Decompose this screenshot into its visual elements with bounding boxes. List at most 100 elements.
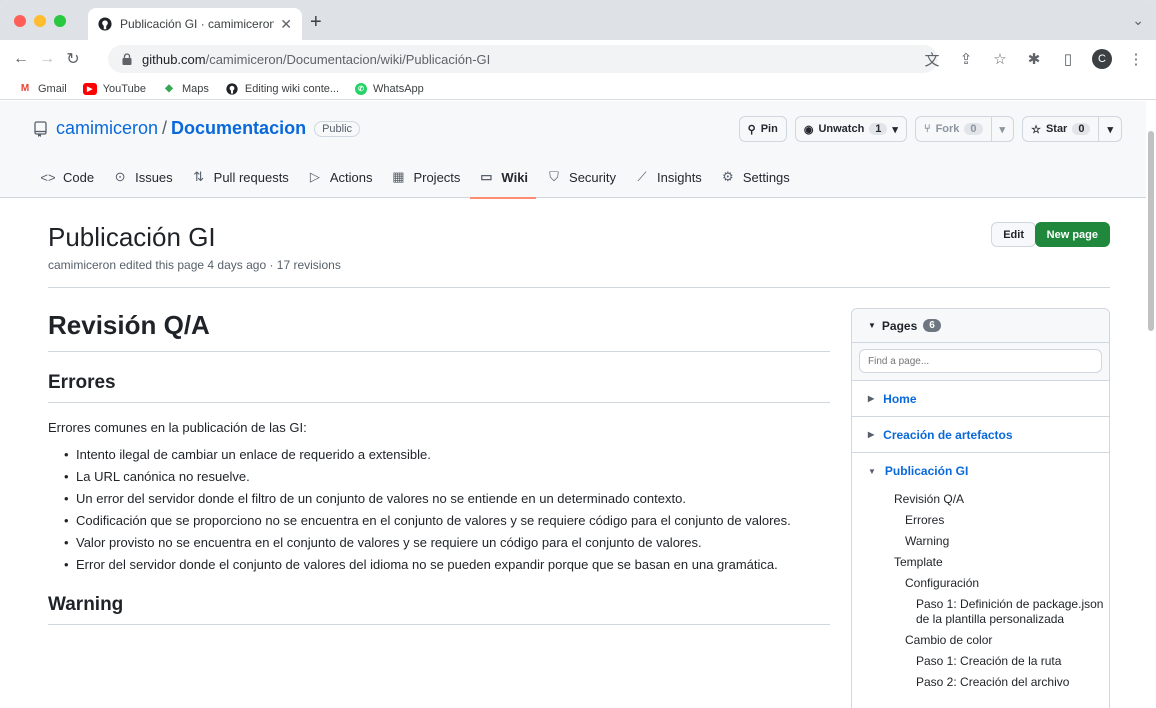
wiki-article: Revisión Q/A Errores Errores comunes en … [48, 310, 830, 625]
list-item: Un error del servidor donde el filtro de… [64, 489, 830, 508]
toc-link[interactable]: Revisión Q/A [852, 489, 1109, 510]
maps-icon: ◆ [165, 83, 173, 94]
sidebar-item-home[interactable]: ▶ Home [852, 381, 1109, 417]
chevron-down-icon: ▼ [868, 466, 876, 476]
find-page-input[interactable] [859, 349, 1102, 373]
sidebar-item-publicacion-gi[interactable]: ▼ Publicación GI [852, 453, 1109, 489]
bookmark-star-icon[interactable]: ☆ [990, 49, 1010, 69]
extensions-icon[interactable]: ✱ [1024, 49, 1044, 69]
repo-owner-link[interactable]: camimiceron [56, 118, 158, 139]
errors-list: Intento ilegal de cambiar un enlace de r… [48, 445, 830, 574]
table-icon: ▦ [392, 169, 405, 184]
toc-link[interactable]: Warning [852, 531, 1109, 552]
share-icon[interactable]: ⇪ [956, 49, 976, 69]
sidebar-item-creacion-de-artefactos[interactable]: ▶ Creación de artefactos [852, 417, 1109, 453]
star-dropdown-button[interactable]: ▾ [1098, 117, 1121, 141]
minimize-window-button[interactable] [34, 15, 46, 27]
star-button[interactable]: ☆ Star 0 ▾ [1022, 116, 1122, 142]
star-counter: 0 [1072, 123, 1091, 135]
toc-link[interactable]: Template [852, 552, 1109, 573]
forward-icon[interactable]: → [34, 50, 60, 68]
book-icon: ▭ [480, 169, 493, 184]
list-item: Codificación que se proporciono no se en… [64, 511, 830, 530]
tab-title: Publicación GI · camimiceron/D [120, 17, 275, 31]
browser-menu-icon[interactable]: ⋮ [1126, 49, 1146, 69]
repo-nav: <> Code ⊙ Issues ⇅ Pull requests ▷ Actions ▦… [32, 161, 798, 199]
heading-revision-qa: Revisión Q/A [48, 310, 830, 352]
scrollbar-thumb[interactable] [1148, 131, 1154, 331]
star-icon: ☆ [1031, 123, 1041, 136]
close-window-button[interactable] [14, 15, 26, 27]
url-path: /camimiceron/Documentacion/wiki/Publicac… [205, 51, 491, 67]
tab-code[interactable]: <> Code [32, 161, 102, 193]
side-panel-icon[interactable]: ▯ [1058, 49, 1078, 69]
list-item: Error del servidor donde el conjunto de … [64, 555, 830, 574]
list-item: Valor provisto no se encuentra en el con… [64, 533, 830, 552]
errors-intro: Errores comunes en la publicación de las… [48, 420, 307, 435]
bookmarks-bar: M Gmail ▶ YouTube ◆ Maps Editing wiki conte… [0, 78, 1156, 100]
tab-settings[interactable]: ⚙ Settings [712, 161, 798, 193]
address-bar[interactable]: github.com/camimiceron/Documentacion/wik… [108, 45, 938, 73]
bookmark-gmail[interactable]: M Gmail [18, 83, 67, 95]
toc-link[interactable]: Paso 1: Creación de la ruta [852, 651, 1109, 672]
new-page-button[interactable]: New page [1034, 222, 1110, 247]
tab-search-icon[interactable]: ⌄ [1132, 12, 1144, 29]
fork-dropdown-button[interactable]: ▾ [990, 117, 1014, 141]
bookmark-maps[interactable]: ◆ Maps [162, 83, 209, 95]
heading-warning: Warning [48, 594, 830, 625]
graph-icon: ⟋ [637, 169, 647, 184]
chevron-right-icon: ▶ [868, 394, 875, 403]
tab-actions[interactable]: ▷ Actions [299, 161, 381, 193]
list-item: La URL canónica no resuelve. [64, 467, 830, 486]
toc-link[interactable]: Cambio de color [852, 630, 1109, 651]
bookmark-whatsapp[interactable]: ✆ WhatsApp [355, 82, 424, 95]
page-scrollbar[interactable] [1146, 101, 1156, 708]
visibility-badge: Public [314, 120, 361, 137]
pages-header[interactable]: ▼ Pages 6 [852, 309, 1109, 343]
page-toc: Revisión Q/A Errores Warning Template Co… [852, 489, 1109, 693]
chevron-down-icon: ▾ [999, 123, 1006, 136]
edit-button[interactable]: Edit [991, 222, 1036, 247]
repo-name-link[interactable]: Documentacion [171, 118, 306, 139]
tab-wiki[interactable]: ▭ Wiki [470, 161, 536, 199]
page-title: Publicación GI [48, 222, 216, 252]
toc-link[interactable]: Errores [852, 510, 1109, 531]
browser-tab[interactable]: Publicación GI · camimiceron/D ✕ [88, 8, 302, 40]
browser-toolbar: ← → ↻ github.com/camimiceron/Documentaci… [0, 40, 1156, 78]
repo-title: camimiceron / Documentacion Public [34, 118, 361, 139]
toc-link[interactable]: Configuración [852, 573, 1109, 594]
pin-button[interactable]: ⚲ Pin [738, 116, 787, 142]
tab-strip: Publicación GI · camimiceron/D ✕ + ⌄ [0, 0, 1156, 40]
bookmark-youtube[interactable]: ▶ YouTube [82, 82, 146, 95]
new-tab-button[interactable]: + [310, 12, 322, 32]
pages-title: Pages [881, 318, 918, 333]
close-tab-icon[interactable]: ✕ [280, 16, 292, 33]
tab-security[interactable]: ⛉ Security [538, 161, 624, 193]
github-icon [98, 17, 112, 31]
fork-button[interactable]: ⑂ Fork 0 ▾ [914, 116, 1015, 142]
tab-pull-requests[interactable]: ⇅ Pull requests [183, 161, 297, 193]
profile-avatar[interactable]: C [1092, 49, 1112, 69]
fork-counter: 0 [964, 123, 983, 135]
toc-link[interactable]: Paso 2: Creación del archivo [852, 672, 1109, 693]
repo-icon [34, 120, 47, 137]
browser-window: Publicación GI · camimiceron/D ✕ + ⌄ ← →… [0, 0, 1156, 708]
maximize-window-button[interactable] [54, 15, 66, 27]
pages-count: 6 [923, 319, 941, 332]
tab-projects[interactable]: ▦ Projects [382, 161, 468, 193]
eye-icon: ◉ [803, 123, 814, 136]
tab-issues[interactable]: ⊙ Issues [104, 161, 181, 193]
reload-icon[interactable]: ↻ [60, 49, 86, 69]
tab-insights[interactable]: ⟋ Insights [626, 161, 710, 193]
translate-icon[interactable]: 文 [922, 49, 942, 69]
github-icon [226, 82, 238, 95]
bookmark-github[interactable]: Editing wiki conte... [225, 83, 339, 95]
back-icon[interactable]: ← [8, 50, 34, 68]
watch-counter: 1 [869, 123, 888, 135]
toc-link[interactable]: Paso 1: Definición de package.json de la… [852, 594, 1109, 630]
unwatch-button[interactable]: ◉ Unwatch 1 ▾ [794, 116, 907, 142]
repo-separator: / [162, 118, 168, 138]
gear-icon: ⚙ [721, 169, 734, 184]
play-icon: ▷ [309, 169, 320, 184]
youtube-icon: ▶ [82, 82, 97, 95]
